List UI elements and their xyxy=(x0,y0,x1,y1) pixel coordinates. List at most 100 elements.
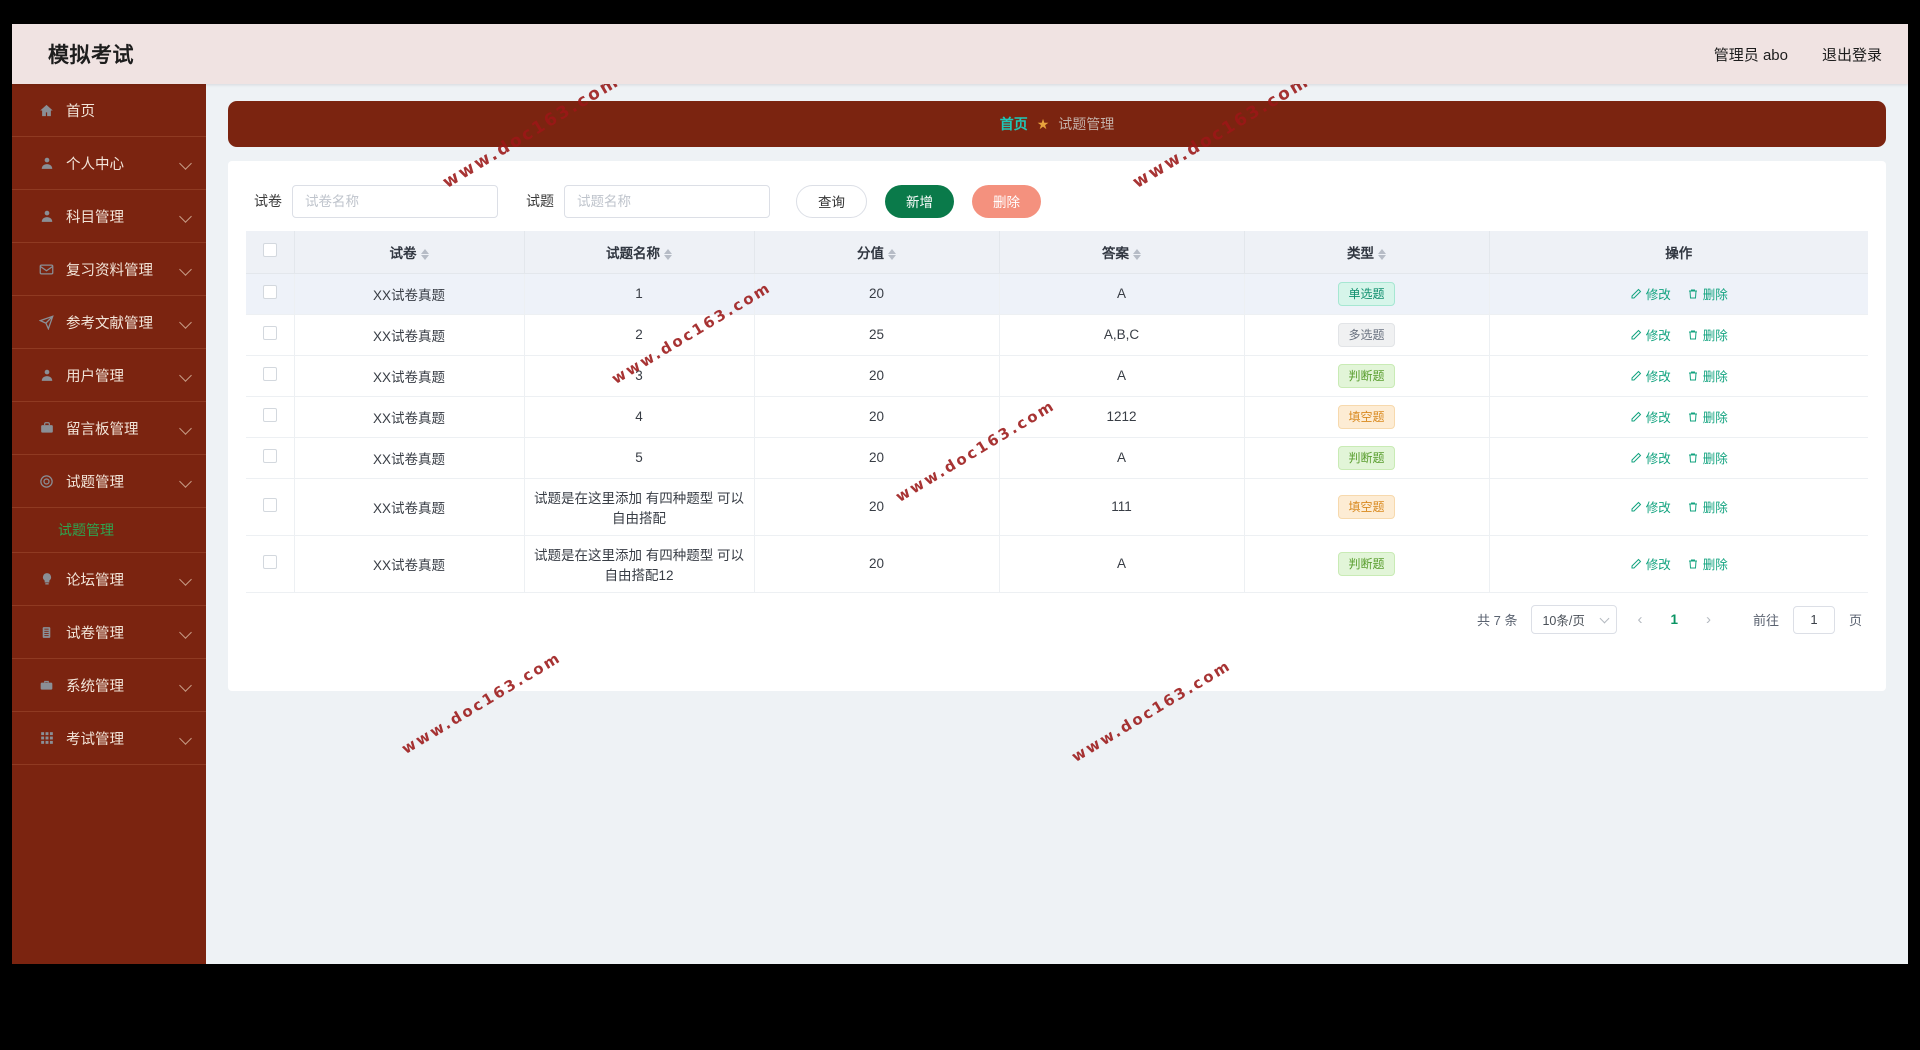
sidebar-item-7[interactable]: 试题管理 xyxy=(12,455,206,508)
trash-icon xyxy=(1687,501,1699,513)
cell-question-name: 2 xyxy=(524,314,755,356)
delete-label: 删除 xyxy=(1702,411,1728,425)
delete-row-button[interactable]: 删除 xyxy=(1687,554,1728,573)
sort-icon[interactable] xyxy=(1133,248,1141,260)
delete-row-button[interactable]: 删除 xyxy=(1687,407,1728,426)
row-select-cell xyxy=(246,273,295,315)
table-row[interactable]: XX试卷真题 2 25 A,B,C 多选题 修改 删除 xyxy=(246,314,1868,356)
table-row[interactable]: XX试卷真题 试题是在这里添加 有四种题型 可以自由搭配12 20 A 判断题 修改 删除 xyxy=(246,535,1868,593)
column-header-1[interactable]: 试题名称 xyxy=(524,231,755,274)
row-select-cell xyxy=(246,478,295,536)
chevron-down-icon xyxy=(179,210,192,223)
select-all-checkbox[interactable] xyxy=(262,243,277,258)
table-row[interactable]: XX试卷真题 1 20 A 单选题 修改 删除 xyxy=(246,273,1868,315)
sidebar-item-0[interactable]: 首页 xyxy=(12,84,206,137)
sidebar-item-label: 试题管理 xyxy=(66,474,124,491)
row-checkbox[interactable] xyxy=(262,449,277,463)
column-header-2[interactable]: 分值 xyxy=(754,231,1000,274)
circle-icon xyxy=(38,473,55,490)
edit-button[interactable]: 修改 xyxy=(1630,554,1671,573)
row-checkbox[interactable] xyxy=(262,408,277,422)
edit-button[interactable]: 修改 xyxy=(1630,325,1671,344)
row-checkbox[interactable] xyxy=(262,326,277,340)
table-row[interactable]: XX试卷真题 5 20 A 判断题 修改 删除 xyxy=(246,437,1868,479)
user-icon xyxy=(38,208,55,225)
sidebar-item-1[interactable]: 个人中心 xyxy=(12,137,206,190)
edit-button[interactable]: 修改 xyxy=(1630,407,1671,426)
paper-name-input[interactable] xyxy=(292,184,498,218)
cell-type: 多选题 xyxy=(1244,314,1490,356)
page-number-1[interactable]: 1 xyxy=(1662,612,1686,627)
sort-icon[interactable] xyxy=(888,248,896,260)
edit-button[interactable]: 修改 xyxy=(1630,284,1671,303)
cell-answer: A xyxy=(999,273,1245,315)
sidebar-navigation[interactable]: 首页 个人中心 科目管理 复习资料管理 参考文献管理 用户管理 留言板管理 试题管理 试题管理论… xyxy=(12,84,206,964)
briefcase-icon xyxy=(38,420,55,437)
cell-type: 判断题 xyxy=(1244,535,1490,593)
status-badge: 填空题 xyxy=(1338,404,1395,429)
table-row[interactable]: XX试卷真题 试题是在这里添加 有四种题型 可以自由搭配 20 111 填空题 修改 删除 xyxy=(246,478,1868,536)
delete-row-button[interactable]: 删除 xyxy=(1687,284,1728,303)
add-button[interactable]: 新增 xyxy=(885,184,954,218)
sidebar-item-6[interactable]: 留言板管理 xyxy=(12,402,206,455)
sidebar-item-label: 系统管理 xyxy=(66,678,124,695)
page-size-select[interactable]: 10条/页 xyxy=(1531,605,1618,634)
cell-score: 25 xyxy=(754,314,1000,356)
column-header-3[interactable]: 答案 xyxy=(999,231,1245,274)
delete-label: 删除 xyxy=(1702,370,1728,384)
table-row[interactable]: XX试卷真题 3 20 A 判断题 修改 删除 xyxy=(246,355,1868,397)
trash-icon xyxy=(1687,329,1699,341)
edit-label: 修改 xyxy=(1645,501,1671,515)
goto-page-input[interactable] xyxy=(1792,605,1835,634)
row-checkbox[interactable] xyxy=(262,367,277,381)
sidebar-submenu-item-active[interactable]: 试题管理 xyxy=(12,508,206,553)
sidebar-item-3[interactable]: 复习资料管理 xyxy=(12,243,206,296)
mail-icon xyxy=(38,261,55,278)
delete-row-button[interactable]: 删除 xyxy=(1687,325,1728,344)
query-button[interactable]: 查询 xyxy=(796,184,867,218)
edit-icon xyxy=(1630,329,1642,341)
cell-score: 20 xyxy=(754,478,1000,536)
chevron-down-icon xyxy=(1600,613,1610,623)
edit-button[interactable]: 修改 xyxy=(1630,497,1671,516)
breadcrumb-home[interactable]: 首页 xyxy=(1000,114,1028,134)
sort-icon[interactable] xyxy=(420,248,429,260)
table-row[interactable]: XX试卷真题 4 20 1212 填空题 修改 删除 xyxy=(246,396,1868,438)
sort-icon[interactable] xyxy=(664,248,672,260)
cell-question-name: 试题是在这里添加 有四种题型 可以自由搭配 xyxy=(524,478,755,536)
delete-row-button[interactable]: 删除 xyxy=(1687,497,1728,516)
column-header-4[interactable]: 类型 xyxy=(1244,231,1490,274)
sidebar-item-11[interactable]: 考试管理 xyxy=(12,712,206,765)
delete-label: 删除 xyxy=(1702,288,1728,302)
sidebar-item-9[interactable]: 试卷管理 xyxy=(12,606,206,659)
sidebar-item-10[interactable]: 系统管理 xyxy=(12,659,206,712)
bulb-icon xyxy=(38,571,55,588)
delete-row-button[interactable]: 删除 xyxy=(1687,366,1728,385)
row-checkbox[interactable] xyxy=(262,285,277,299)
goto-label: 前往 xyxy=(1752,613,1779,628)
current-user-label: 管理员 abo xyxy=(1713,46,1788,64)
edit-button[interactable]: 修改 xyxy=(1630,448,1671,467)
total-count-label: 共 7 条 xyxy=(1476,613,1518,628)
sort-icon[interactable] xyxy=(1378,248,1386,260)
sidebar-item-8[interactable]: 论坛管理 xyxy=(12,553,206,606)
sidebar-item-2[interactable]: 科目管理 xyxy=(12,190,206,243)
row-checkbox[interactable] xyxy=(262,555,277,569)
edit-button[interactable]: 修改 xyxy=(1630,366,1671,385)
sidebar-item-4[interactable]: 参考文献管理 xyxy=(12,296,206,349)
sidebar-item-5[interactable]: 用户管理 xyxy=(12,349,206,402)
next-page-button[interactable]: › xyxy=(1700,611,1717,628)
column-header-0[interactable]: 试卷 xyxy=(294,231,525,274)
row-checkbox[interactable] xyxy=(262,498,277,512)
logout-button[interactable]: 退出登录 xyxy=(1822,44,1882,65)
select-all-header xyxy=(246,231,295,274)
row-select-cell xyxy=(246,314,295,356)
prev-page-button[interactable]: ‹ xyxy=(1631,611,1648,628)
delete-button[interactable]: 删除 xyxy=(972,184,1041,218)
trash-icon xyxy=(1687,288,1699,300)
delete-row-button[interactable]: 删除 xyxy=(1687,448,1728,467)
edit-icon xyxy=(1630,370,1642,382)
chevron-down-icon xyxy=(179,732,192,745)
status-badge: 判断题 xyxy=(1338,445,1395,470)
question-name-input[interactable] xyxy=(564,184,770,218)
